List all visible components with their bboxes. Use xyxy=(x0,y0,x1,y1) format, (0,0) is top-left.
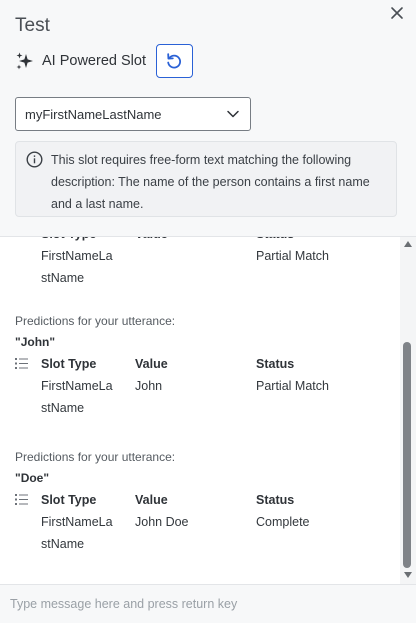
prediction-block: Slot Type Value Status FirstNameLa Parti… xyxy=(0,236,400,286)
column-slot-type: Slot Type xyxy=(41,357,97,371)
close-icon xyxy=(391,7,403,19)
slot-type-cell-wrap: stName xyxy=(41,401,85,415)
table-header-row: Slot Type Value Status xyxy=(0,353,400,375)
results-scrollbar[interactable] xyxy=(400,236,416,584)
utterance-text: "John" xyxy=(15,335,56,349)
chevron-down-icon xyxy=(227,110,239,118)
column-slot-type: Slot Type xyxy=(41,493,97,507)
table-row: FirstNameLa Partial Match xyxy=(0,245,400,267)
scroll-down-arrow-icon[interactable] xyxy=(403,571,413,579)
refresh-icon xyxy=(167,53,182,69)
table-header-row: Slot Type Value Status xyxy=(0,236,400,245)
status-cell: Complete xyxy=(256,515,310,529)
table-row-continued: stName xyxy=(0,397,400,419)
predictions-label: Predictions for your utterance: xyxy=(15,314,176,328)
value-cell: John xyxy=(135,379,163,393)
column-value: Value xyxy=(135,493,168,507)
refresh-button[interactable] xyxy=(155,44,193,78)
column-status: Status xyxy=(256,493,295,507)
column-value: Value xyxy=(135,357,168,371)
message-footer xyxy=(0,584,416,623)
column-value: Value xyxy=(135,236,245,245)
slot-type-cell: FirstNameLa xyxy=(41,515,113,529)
sparkle-icon xyxy=(16,52,33,70)
status-cell: Partial Match xyxy=(256,379,329,393)
table-header-row: Slot Type Value Status xyxy=(0,489,400,511)
slot-info-text: This slot requires free-form text matchi… xyxy=(51,153,370,211)
list-icon xyxy=(15,489,33,505)
table-row: FirstNameLa John Partial Match xyxy=(0,375,400,397)
slot-select[interactable]: myFirstNameLastName xyxy=(15,97,251,131)
slot-select-value: myFirstNameLastName xyxy=(25,106,162,122)
ai-powered-slot-label: AI Powered Slot xyxy=(42,53,146,69)
list-icon xyxy=(15,353,33,369)
scrollbar-thumb[interactable] xyxy=(403,342,411,568)
table-row: FirstNameLa John Doe Complete xyxy=(0,511,400,533)
message-input[interactable] xyxy=(0,585,416,623)
prediction-block: Predictions for your utterance: "John" S… xyxy=(0,311,400,419)
info-icon xyxy=(26,151,43,168)
close-button[interactable] xyxy=(388,4,406,22)
column-status: Status xyxy=(256,357,295,371)
scroll-up-arrow-icon[interactable] xyxy=(403,240,413,248)
panel-title: Test xyxy=(15,15,50,36)
prediction-block: Predictions for your utterance: "Doe" Sl… xyxy=(0,447,400,555)
utterance-text: "Doe" xyxy=(15,471,50,485)
column-status: Status xyxy=(256,236,396,245)
results-list: Slot Type Value Status FirstNameLa Parti… xyxy=(0,236,400,555)
ai-slot-row: AI Powered Slot xyxy=(15,44,193,78)
panel-header: Test AI Powered Slot myFirstNameLastName xyxy=(0,0,416,236)
table-row-continued: stName xyxy=(0,533,400,555)
table-row-continued: stName xyxy=(0,267,400,289)
results-area[interactable]: Slot Type Value Status FirstNameLa Parti… xyxy=(0,236,400,584)
test-panel: Slot Type Value Status FirstNameLa Parti… xyxy=(0,0,416,623)
slot-type-cell: FirstNameLa xyxy=(41,249,113,263)
status-cell: Partial Match xyxy=(256,249,329,263)
value-cell: John Doe xyxy=(135,515,189,529)
slot-type-cell: FirstNameLa xyxy=(41,379,113,393)
column-slot-type: Slot Type xyxy=(41,236,123,245)
slot-type-cell-wrap: stName xyxy=(41,271,85,285)
predictions-label: Predictions for your utterance: xyxy=(15,450,176,464)
slot-type-cell-wrap: stName xyxy=(41,537,85,551)
slot-info-box: This slot requires free-form text matchi… xyxy=(15,141,397,217)
